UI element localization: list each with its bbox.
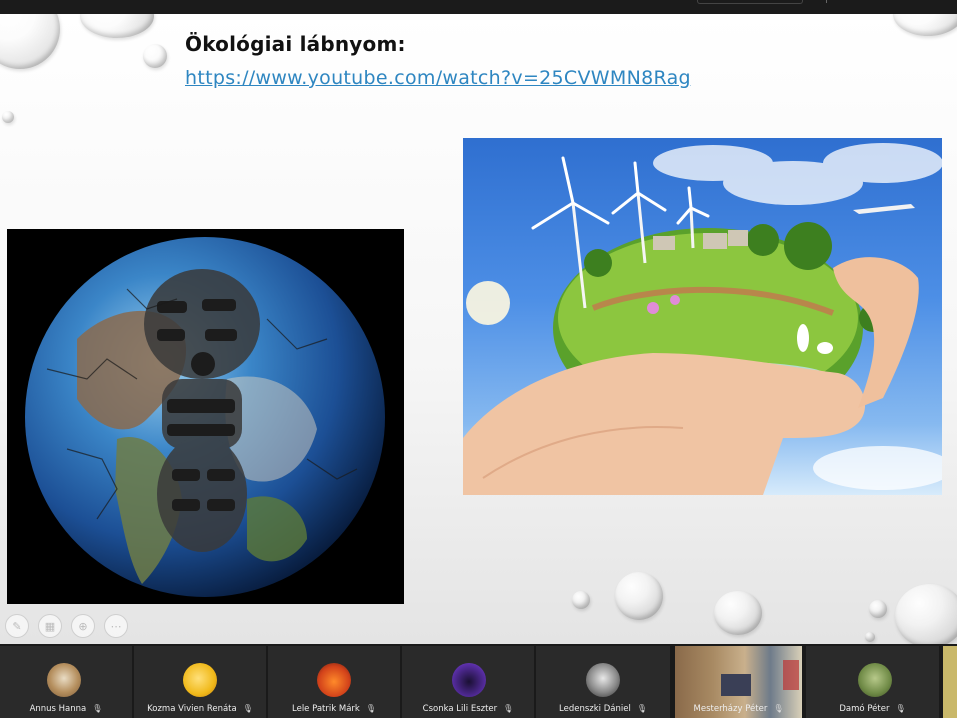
participant-tile[interactable]: Kozma Vivien Renáta 🎙 (134, 646, 266, 718)
frog-avatar (858, 663, 892, 697)
water-drop (615, 572, 663, 620)
water-drop (714, 591, 762, 635)
more-icon[interactable]: ⋯ (104, 614, 128, 638)
participant-tile[interactable]: Ledenszki Dániel 🎙 (536, 646, 670, 718)
participant-name: Damó Péter (839, 704, 890, 714)
top-control[interactable] (697, 0, 803, 4)
top-bar (0, 0, 957, 14)
video-detail (783, 660, 799, 690)
green-planet-hand-image (463, 138, 942, 495)
water-drop (893, 14, 957, 36)
earth-footprint-image (7, 229, 404, 604)
water-drop (2, 111, 14, 123)
mic-muted-icon: 🎙 (895, 704, 906, 713)
participant-strip: Annus Hanna 🎙 Kozma Vivien Renáta 🎙 Lele P… (0, 644, 957, 718)
zoom-icon[interactable]: ⊕ (71, 614, 95, 638)
slide-title: Ökológiai lábnyom: (185, 32, 406, 56)
water-drop (80, 14, 154, 38)
mic-muted-icon: 🎙 (636, 704, 647, 713)
mic-muted-icon: 🎙 (503, 704, 514, 713)
raccoon-avatar (586, 663, 620, 697)
top-divider (826, 0, 827, 3)
mic-muted-icon: 🎙 (92, 704, 103, 713)
dog-avatar (47, 663, 81, 697)
participant-name: Kozma Vivien Renáta (147, 704, 237, 714)
participant-name: Lele Patrik Márk (292, 704, 360, 714)
water-drop (0, 14, 60, 69)
water-drop (895, 584, 957, 644)
mic-muted-icon: 🎙 (365, 704, 376, 713)
slide-toolbar: ✎ ▦ ⊕ ⋯ (5, 614, 128, 638)
water-drop (865, 632, 875, 642)
mic-muted-icon: 🎙 (242, 704, 253, 713)
participant-tile[interactable]: Lele Patrik Márk 🎙 (268, 646, 400, 718)
grid-icon[interactable]: ▦ (38, 614, 62, 638)
youtube-link[interactable]: https://www.youtube.com/watch?v=25CVWMN8… (185, 67, 691, 89)
cartoon-avatar (183, 663, 217, 697)
participant-tile[interactable]: Annus Hanna 🎙 (0, 646, 132, 718)
water-drop (143, 44, 167, 68)
mic-muted-icon: 🎙 (773, 704, 784, 713)
participant-tile-partial[interactable] (943, 646, 957, 718)
participant-tile[interactable]: Damó Péter 🎙 (806, 646, 939, 718)
car-avatar (317, 663, 351, 697)
water-drop (572, 591, 590, 609)
presentation-slide: Ökológiai lábnyom: https://www.youtube.c… (0, 14, 957, 644)
pen-icon[interactable]: ✎ (5, 614, 29, 638)
participant-video-tile[interactable]: Mesterházy Péter 🎙 (675, 646, 802, 718)
participant-name: Ledenszki Dániel (559, 704, 631, 714)
video-detail (721, 674, 751, 696)
participant-name: Mesterházy Péter (693, 704, 768, 714)
water-drop (869, 600, 887, 618)
participant-name: Csonka Lili Eszter (422, 704, 498, 714)
participant-tile[interactable]: Csonka Lili Eszter 🎙 (402, 646, 534, 718)
participant-name: Annus Hanna (29, 704, 87, 714)
cat-avatar (452, 663, 486, 697)
